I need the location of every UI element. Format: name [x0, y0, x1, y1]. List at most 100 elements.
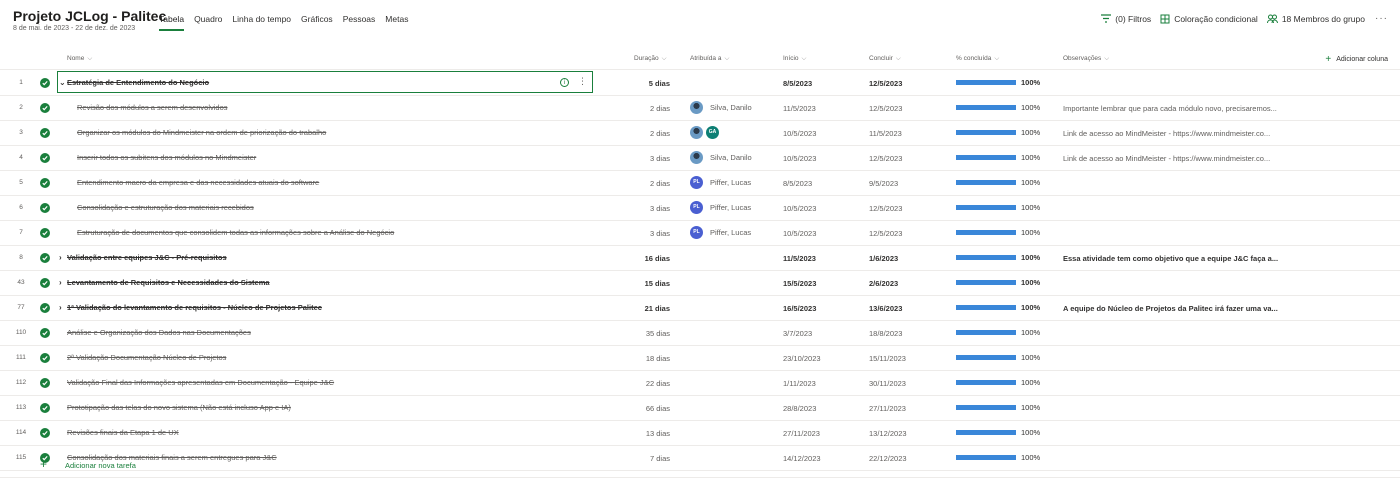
end-date[interactable]: 1/6/2023 — [869, 254, 898, 263]
duration[interactable]: 2 dias — [650, 179, 670, 188]
task-name[interactable]: Análise e Organização dos Dados nas Docu… — [67, 328, 251, 337]
start-date[interactable]: 28/8/2023 — [783, 404, 816, 413]
task-name[interactable]: Revisões finais da Etapa 1 de UX — [67, 428, 179, 437]
observation[interactable]: A equipe do Núcleo de Projetos da Palite… — [1063, 304, 1278, 313]
column-header-atribuida[interactable]: Atribuída a ⌵ — [690, 55, 729, 63]
chevron-right-icon[interactable]: › — [59, 253, 62, 262]
duration[interactable]: 2 dias — [650, 104, 670, 113]
task-name[interactable]: Consolidação e estruturação dos materiai… — [77, 203, 254, 212]
assigned-to[interactable]: PL Piffer, Lucas — [690, 176, 751, 189]
completed-check-icon[interactable] — [40, 128, 50, 138]
duration[interactable]: 18 dias — [646, 354, 670, 363]
percent-complete[interactable]: 100% — [1021, 278, 1040, 287]
percent-complete[interactable]: 100% — [1021, 378, 1040, 387]
start-date[interactable]: 11/5/2023 — [783, 104, 816, 113]
duration[interactable]: 2 dias — [650, 129, 670, 138]
end-date[interactable]: 30/11/2023 — [869, 379, 906, 388]
completed-check-icon[interactable] — [40, 178, 50, 188]
percent-complete[interactable]: 100% — [1021, 203, 1040, 212]
start-date[interactable]: 27/11/2023 — [783, 429, 820, 438]
table-row[interactable]: 113 Prototipação das telas do novo sistem… — [0, 396, 1400, 421]
assigned-to[interactable]: PL Piffer, Lucas — [690, 201, 751, 214]
task-name[interactable]: Inserir todos os subitens dos módulos no… — [77, 153, 256, 162]
duration[interactable]: 3 dias — [650, 154, 670, 163]
end-date[interactable]: 2/6/2023 — [869, 279, 898, 288]
end-date[interactable]: 15/11/2023 — [869, 354, 906, 363]
assigned-to[interactable]: GA — [690, 126, 722, 139]
column-header-duracao[interactable]: Duração ⌵ — [634, 55, 667, 63]
completed-check-icon[interactable] — [40, 78, 50, 88]
end-date[interactable]: 12/5/2023 — [869, 104, 902, 113]
tab-2[interactable]: Linha do tempo — [232, 13, 291, 31]
completed-check-icon[interactable] — [40, 303, 50, 313]
percent-complete[interactable]: 100% — [1021, 403, 1040, 412]
end-date[interactable]: 18/8/2023 — [869, 329, 902, 338]
percent-complete[interactable]: 100% — [1021, 428, 1040, 437]
table-row[interactable]: 77 › 1ª Validação do levantamento de requi… — [0, 296, 1400, 321]
task-name[interactable]: Prototipação das telas do novo sistema (… — [67, 403, 291, 412]
end-date[interactable]: 11/5/2023 — [869, 129, 902, 138]
start-date[interactable]: 15/5/2023 — [783, 279, 816, 288]
assigned-to[interactable]: Silva, Danilo — [690, 151, 752, 164]
column-header-nome[interactable]: Nome ⌵ — [67, 55, 92, 63]
table-row[interactable]: 112 Validação Final das Informações apres… — [0, 371, 1400, 396]
task-name[interactable]: 2ª Validação Documentação Núcleo de Proj… — [67, 353, 226, 362]
observation[interactable]: Importante lembrar que para cada módulo … — [1063, 104, 1277, 113]
end-date[interactable]: 12/5/2023 — [869, 229, 902, 238]
duration[interactable]: 5 dias — [649, 79, 670, 88]
table-row[interactable]: 2 Revisão dos módulos a serem desenvolvid… — [0, 96, 1400, 121]
more-options-icon[interactable]: ··· — [1375, 13, 1388, 24]
task-name[interactable]: Entendimento macro da empresa e das nece… — [77, 178, 319, 187]
task-name[interactable]: Validação Final das Informações apresent… — [67, 378, 334, 387]
duration[interactable]: 22 dias — [646, 379, 670, 388]
start-date[interactable]: 8/5/2023 — [783, 79, 812, 88]
percent-complete[interactable]: 100% — [1021, 303, 1040, 312]
start-date[interactable]: 3/7/2023 — [783, 329, 812, 338]
completed-check-icon[interactable] — [40, 253, 50, 263]
assigned-to[interactable]: Silva, Danilo — [690, 101, 752, 114]
table-row[interactable]: 6 Consolidação e estruturação dos materia… — [0, 196, 1400, 221]
start-date[interactable]: 10/5/2023 — [783, 154, 816, 163]
duration[interactable]: 3 dias — [650, 229, 670, 238]
start-date[interactable]: 8/5/2023 — [783, 179, 812, 188]
observation[interactable]: Essa atividade tem como objetivo que a e… — [1063, 254, 1278, 263]
duration[interactable]: 15 dias — [645, 279, 670, 288]
completed-check-icon[interactable] — [40, 203, 50, 213]
filters-button[interactable]: (0) Filtros — [1101, 14, 1151, 24]
column-header-pct[interactable]: % concluída ⌵ — [956, 55, 999, 63]
duration[interactable]: 35 dias — [646, 329, 670, 338]
conditional-color-button[interactable]: Coloração condicional — [1160, 14, 1258, 24]
start-date[interactable]: 23/10/2023 — [783, 354, 821, 363]
table-row[interactable]: 8 › Validação entre equipes J&C - Pré-requ… — [0, 246, 1400, 271]
completed-check-icon[interactable] — [40, 328, 50, 338]
percent-complete[interactable]: 100% — [1021, 253, 1040, 262]
more-vertical-icon[interactable]: ⋮ — [578, 76, 587, 87]
column-header-obs[interactable]: Observações ⌵ — [1063, 55, 1109, 63]
completed-check-icon[interactable] — [40, 353, 50, 363]
percent-complete[interactable]: 100% — [1021, 178, 1040, 187]
start-date[interactable]: 10/5/2023 — [783, 229, 816, 238]
tab-5[interactable]: Metas — [385, 13, 408, 31]
chevron-down-icon[interactable]: ⌄ — [59, 78, 66, 87]
chevron-right-icon[interactable]: › — [59, 303, 62, 312]
percent-complete[interactable]: 100% — [1021, 128, 1040, 137]
percent-complete[interactable]: 100% — [1021, 153, 1040, 162]
task-name[interactable]: Revisão dos módulos a serem desenvolvido… — [77, 103, 228, 112]
observation[interactable]: Link de acesso ao MindMeister - https://… — [1063, 154, 1270, 163]
tab-0[interactable]: Tabela — [159, 13, 185, 31]
duration[interactable]: 16 dias — [645, 254, 670, 263]
start-date[interactable]: 10/5/2023 — [783, 129, 816, 138]
table-row[interactable]: 7 Estruturação de documentos que consolid… — [0, 221, 1400, 246]
table-row[interactable]: 111 2ª Validação Documentação Núcleo de P… — [0, 346, 1400, 371]
table-row[interactable]: 5 Entendimento macro da empresa e das nec… — [0, 171, 1400, 196]
completed-check-icon[interactable] — [40, 428, 50, 438]
end-date[interactable]: 12/5/2023 — [869, 204, 902, 213]
start-date[interactable]: 1/11/2023 — [783, 379, 816, 388]
table-row[interactable]: 1 ⌄ Estratégia de Entendimento do Negócio i… — [0, 71, 1400, 96]
tab-4[interactable]: Pessoas — [343, 13, 376, 31]
task-name[interactable]: Estruturação de documentos que consolide… — [77, 228, 394, 237]
duration[interactable]: 66 dias — [646, 404, 670, 413]
percent-complete[interactable]: 100% — [1021, 78, 1040, 87]
task-name[interactable]: Levantamento de Requisitos e Necessidade… — [67, 278, 270, 287]
add-task-button[interactable]: Adicionar nova tarefa — [65, 461, 136, 470]
